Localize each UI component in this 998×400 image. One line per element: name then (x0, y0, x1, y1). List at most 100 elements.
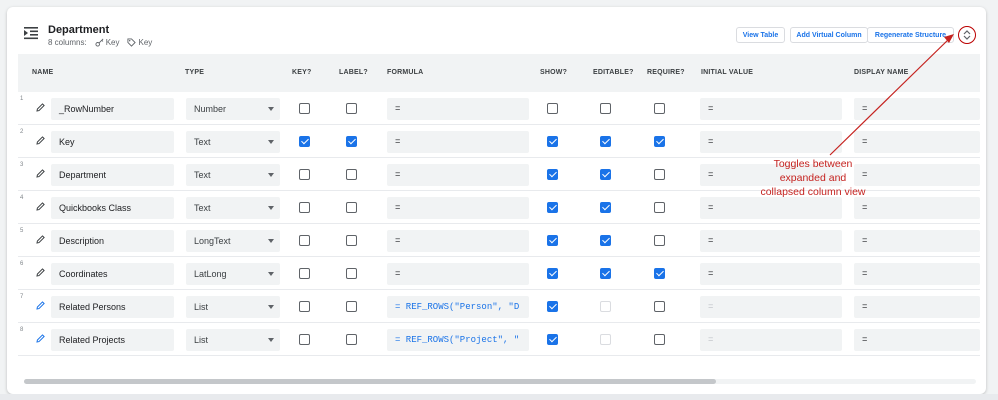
formula-input[interactable]: = REF_ROWS("Person", "D (387, 296, 529, 318)
key-checkbox[interactable] (299, 235, 310, 246)
display-name-input[interactable]: = (854, 230, 980, 252)
label-checkbox[interactable] (346, 136, 357, 147)
row-number: 7 (20, 294, 24, 300)
show-checkbox[interactable] (547, 136, 558, 147)
require-checkbox[interactable] (654, 103, 665, 114)
editable-checkbox[interactable] (600, 301, 611, 312)
column-type-select[interactable]: Text (186, 164, 280, 186)
initial-value-input[interactable]: = (700, 131, 842, 153)
column-name-input[interactable]: Coordinates (51, 263, 174, 285)
scrollbar-thumb[interactable] (24, 379, 716, 384)
require-checkbox[interactable] (654, 202, 665, 213)
require-checkbox[interactable] (654, 334, 665, 345)
pencil-icon[interactable] (35, 300, 46, 311)
column-type-select[interactable]: Text (186, 131, 280, 153)
header-initial-value: INITIAL VALUE (701, 69, 754, 76)
display-name-input[interactable]: = (854, 131, 980, 153)
display-name-input[interactable]: = (854, 197, 980, 219)
initial-value-input[interactable]: = (700, 197, 842, 219)
column-type-select[interactable]: Text (186, 197, 280, 219)
require-checkbox[interactable] (654, 268, 665, 279)
initial-value-input[interactable]: = (700, 263, 842, 285)
show-checkbox[interactable] (547, 235, 558, 246)
view-table-button[interactable]: View Table (736, 27, 785, 43)
label-checkbox[interactable] (346, 103, 357, 114)
label-checkbox[interactable] (346, 301, 357, 312)
table-collapse-icon[interactable] (24, 26, 38, 40)
display-name-input[interactable]: = (854, 98, 980, 120)
show-checkbox[interactable] (547, 103, 558, 114)
require-checkbox[interactable] (654, 169, 665, 180)
require-checkbox[interactable] (654, 235, 665, 246)
initial-value-input[interactable]: = (700, 329, 842, 351)
show-checkbox[interactable] (547, 202, 558, 213)
column-type-select[interactable]: List (186, 329, 280, 351)
pencil-icon[interactable] (35, 102, 46, 113)
key-checkbox[interactable] (299, 103, 310, 114)
key-checkbox[interactable] (299, 268, 310, 279)
header-display-name: DISPLAY NAME (854, 69, 909, 76)
expand-collapse-button[interactable] (958, 26, 976, 44)
table-row: 6 Coordinates LatLong = = = (18, 257, 980, 290)
regenerate-structure-button[interactable]: Regenerate Structure (867, 27, 954, 43)
show-checkbox[interactable] (547, 301, 558, 312)
editable-checkbox[interactable] (600, 268, 611, 279)
pencil-icon[interactable] (35, 234, 46, 245)
display-name-input[interactable]: = (854, 329, 980, 351)
key-checkbox[interactable] (299, 334, 310, 345)
show-checkbox[interactable] (547, 169, 558, 180)
formula-input[interactable]: = (387, 263, 529, 285)
horizontal-scrollbar[interactable] (24, 379, 976, 384)
editable-checkbox[interactable] (600, 136, 611, 147)
label-checkbox[interactable] (346, 235, 357, 246)
column-type-select[interactable]: LongText (186, 230, 280, 252)
pencil-icon[interactable] (35, 333, 46, 344)
column-name-input[interactable]: Description (51, 230, 174, 252)
column-type-select[interactable]: Number (186, 98, 280, 120)
header-name: NAME (32, 69, 54, 76)
editable-checkbox[interactable] (600, 334, 611, 345)
require-checkbox[interactable] (654, 136, 665, 147)
formula-input[interactable]: = (387, 230, 529, 252)
table-header-row: NAME TYPE KEY? LABEL? FORMULA SHOW? EDIT… (18, 54, 980, 92)
column-name-input[interactable]: _RowNumber (51, 98, 174, 120)
display-name-input[interactable]: = (854, 263, 980, 285)
column-name-input[interactable]: Related Persons (51, 296, 174, 318)
pencil-icon[interactable] (35, 168, 46, 179)
pencil-icon[interactable] (35, 267, 46, 278)
key-checkbox[interactable] (299, 136, 310, 147)
pencil-icon[interactable] (35, 135, 46, 146)
show-checkbox[interactable] (547, 334, 558, 345)
add-virtual-column-button[interactable]: Add Virtual Column (790, 27, 868, 43)
label-checkbox[interactable] (346, 268, 357, 279)
initial-value-input[interactable]: = (700, 98, 842, 120)
label-checkbox[interactable] (346, 169, 357, 180)
column-name-input[interactable]: Department (51, 164, 174, 186)
column-type-select[interactable]: List (186, 296, 280, 318)
initial-value-input[interactable]: = (700, 296, 842, 318)
column-name-input[interactable]: Quickbooks Class (51, 197, 174, 219)
editable-checkbox[interactable] (600, 169, 611, 180)
formula-input[interactable]: = (387, 98, 529, 120)
require-checkbox[interactable] (654, 301, 665, 312)
key-checkbox[interactable] (299, 202, 310, 213)
formula-input[interactable]: = REF_ROWS("Project", " (387, 329, 529, 351)
editable-checkbox[interactable] (600, 202, 611, 213)
column-name-input[interactable]: Key (51, 131, 174, 153)
label-checkbox[interactable] (346, 334, 357, 345)
formula-input[interactable]: = (387, 197, 529, 219)
initial-value-input[interactable]: = (700, 230, 842, 252)
editable-checkbox[interactable] (600, 103, 611, 114)
pencil-icon[interactable] (35, 201, 46, 212)
column-name-input[interactable]: Related Projects (51, 329, 174, 351)
label-checkbox[interactable] (346, 202, 357, 213)
key-checkbox[interactable] (299, 169, 310, 180)
display-name-input[interactable]: = (854, 296, 980, 318)
key-checkbox[interactable] (299, 301, 310, 312)
formula-input[interactable]: = (387, 164, 529, 186)
row-number: 5 (20, 228, 24, 234)
editable-checkbox[interactable] (600, 235, 611, 246)
show-checkbox[interactable] (547, 268, 558, 279)
column-type-select[interactable]: LatLong (186, 263, 280, 285)
formula-input[interactable]: = (387, 131, 529, 153)
